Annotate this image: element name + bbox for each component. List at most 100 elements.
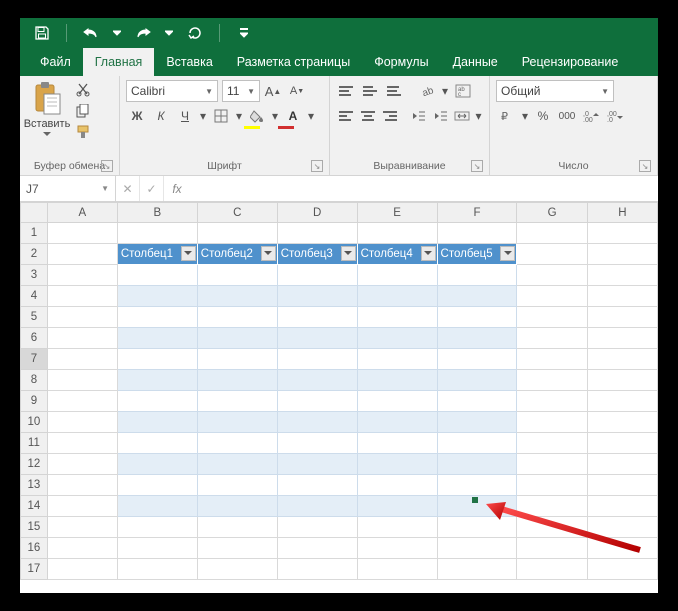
cell[interactable] xyxy=(47,223,117,244)
table-cell[interactable] xyxy=(117,496,197,517)
fill-color-icon[interactable] xyxy=(246,105,268,127)
cell[interactable] xyxy=(47,475,117,496)
font-size-combo[interactable]: 11▼ xyxy=(222,80,260,102)
accounting-format-icon[interactable]: ₽ xyxy=(496,105,518,127)
table-cell[interactable] xyxy=(277,349,357,370)
tab-formulas[interactable]: Формулы xyxy=(362,48,440,76)
table-cell[interactable] xyxy=(277,265,357,286)
tab-home[interactable]: Главная xyxy=(83,48,155,76)
cell[interactable] xyxy=(117,517,197,538)
table-header-cell[interactable]: Столбец2 xyxy=(197,244,277,265)
table-cell[interactable] xyxy=(357,475,437,496)
cell[interactable] xyxy=(277,223,357,244)
table-cell[interactable] xyxy=(197,454,277,475)
table-cell[interactable] xyxy=(437,454,517,475)
table-cell[interactable] xyxy=(117,475,197,496)
table-cell[interactable] xyxy=(117,265,197,286)
redo-dropdown-icon[interactable] xyxy=(163,20,175,46)
table-cell[interactable] xyxy=(197,286,277,307)
increase-indent-icon[interactable] xyxy=(431,105,451,127)
table-cell[interactable] xyxy=(437,349,517,370)
row-header[interactable]: 1 xyxy=(21,223,48,244)
cancel-formula-icon[interactable]: ✕ xyxy=(116,176,140,201)
table-cell[interactable] xyxy=(277,328,357,349)
table-cell[interactable] xyxy=(197,265,277,286)
fx-icon[interactable]: fx xyxy=(164,176,190,201)
cell[interactable] xyxy=(47,349,117,370)
column-header[interactable]: H xyxy=(587,203,657,223)
cell[interactable] xyxy=(47,286,117,307)
customize-qat-icon[interactable] xyxy=(230,20,258,46)
row-header[interactable]: 6 xyxy=(21,328,48,349)
table-cell[interactable] xyxy=(117,286,197,307)
table-cell[interactable] xyxy=(117,328,197,349)
font-name-combo[interactable]: Calibri▼ xyxy=(126,80,218,102)
cell[interactable] xyxy=(277,559,357,580)
column-header[interactable]: D xyxy=(277,203,357,223)
cell[interactable] xyxy=(517,244,587,265)
tab-file[interactable]: Файл xyxy=(28,48,83,76)
row-header[interactable]: 10 xyxy=(21,412,48,433)
cell[interactable] xyxy=(587,412,657,433)
underline-dropdown-icon[interactable]: ▾ xyxy=(198,105,208,127)
italic-button[interactable]: К xyxy=(150,105,172,127)
cell[interactable] xyxy=(587,559,657,580)
table-header-cell[interactable]: Столбец1 xyxy=(117,244,197,265)
cell[interactable] xyxy=(47,559,117,580)
cut-icon[interactable] xyxy=(72,80,94,100)
cell[interactable] xyxy=(517,475,587,496)
increase-decimal-icon[interactable]: ,0,00 xyxy=(580,105,602,127)
tab-review[interactable]: Рецензирование xyxy=(510,48,631,76)
cell[interactable] xyxy=(517,454,587,475)
table-cell[interactable] xyxy=(357,412,437,433)
table-cell[interactable] xyxy=(197,433,277,454)
cell[interactable] xyxy=(47,517,117,538)
formula-input[interactable] xyxy=(190,176,658,201)
table-cell[interactable] xyxy=(357,265,437,286)
wrap-text-icon[interactable]: abc xyxy=(452,80,474,102)
cell[interactable] xyxy=(47,538,117,559)
table-cell[interactable] xyxy=(277,370,357,391)
table-cell[interactable] xyxy=(437,328,517,349)
cell[interactable] xyxy=(277,517,357,538)
orientation-dropdown-icon[interactable]: ▾ xyxy=(440,80,450,102)
cell[interactable] xyxy=(47,328,117,349)
font-color-dropdown-icon[interactable]: ▾ xyxy=(306,105,316,127)
align-right-icon[interactable] xyxy=(380,106,400,126)
table-cell[interactable] xyxy=(117,412,197,433)
cell[interactable] xyxy=(437,559,517,580)
cell[interactable] xyxy=(47,391,117,412)
cell[interactable] xyxy=(197,223,277,244)
table-resize-handle[interactable] xyxy=(472,497,478,503)
cell[interactable] xyxy=(517,307,587,328)
underline-button[interactable]: Ч xyxy=(174,105,196,127)
row-header[interactable]: 8 xyxy=(21,370,48,391)
align-middle-icon[interactable] xyxy=(360,81,382,101)
table-cell[interactable] xyxy=(357,286,437,307)
alignment-launcher-icon[interactable]: ↘ xyxy=(471,160,483,172)
column-header[interactable]: B xyxy=(117,203,197,223)
cell[interactable] xyxy=(587,265,657,286)
comma-format-icon[interactable]: 000 xyxy=(556,105,578,127)
cell[interactable] xyxy=(517,328,587,349)
cell[interactable] xyxy=(587,307,657,328)
table-header-cell[interactable]: Столбец5 xyxy=(437,244,517,265)
table-cell[interactable] xyxy=(117,370,197,391)
cell[interactable] xyxy=(587,433,657,454)
row-header[interactable]: 4 xyxy=(21,286,48,307)
tab-insert[interactable]: Вставка xyxy=(154,48,224,76)
cell[interactable] xyxy=(517,370,587,391)
decrease-font-icon[interactable]: A▼ xyxy=(286,80,308,102)
copy-icon[interactable] xyxy=(72,101,94,121)
cell[interactable] xyxy=(517,433,587,454)
cell[interactable] xyxy=(587,391,657,412)
table-cell[interactable] xyxy=(197,412,277,433)
cell[interactable] xyxy=(587,370,657,391)
align-bottom-icon[interactable] xyxy=(384,81,406,101)
column-header[interactable]: G xyxy=(517,203,587,223)
column-header[interactable]: A xyxy=(47,203,117,223)
redo-icon[interactable] xyxy=(129,20,157,46)
cell[interactable] xyxy=(197,538,277,559)
cell[interactable] xyxy=(357,559,437,580)
cell[interactable] xyxy=(47,454,117,475)
